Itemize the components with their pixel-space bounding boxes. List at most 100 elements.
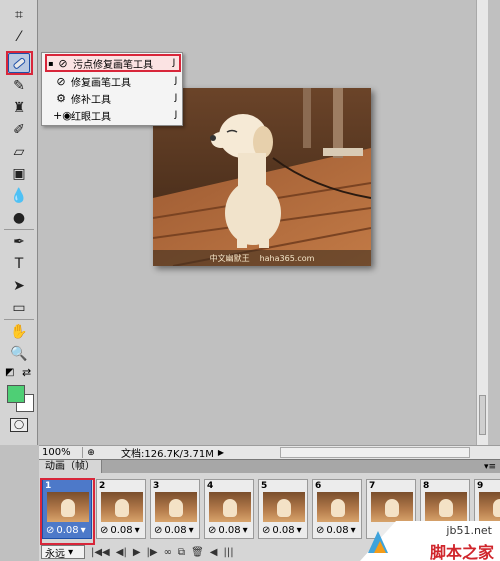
horizontal-scrollbar[interactable] [280,447,470,458]
first-frame-icon[interactable]: |◀◀ [91,547,110,558]
pen-icon[interactable]: ✒ [8,232,30,252]
zoom-options-icon[interactable]: ⊕ [83,448,99,458]
animation-frame[interactable]: 3 ⊘ 0.08 ▾ [150,479,200,539]
status-menu-arrow-icon[interactable]: ▶ [218,448,224,457]
toolbox-divider [4,229,34,230]
foreground-color-swatch[interactable] [7,385,25,403]
frame-thumbnail [371,492,413,522]
shortcut-key: J [174,110,178,120]
frame-thumbnail [425,492,467,522]
flyout-item-label: 红眼工具 [71,111,111,123]
panel-menu-icon[interactable]: ▾≡ [484,462,496,472]
dodge-icon[interactable]: ● [8,208,30,228]
zoom-icon[interactable]: 🔍 [8,344,30,364]
site-watermark: jb51.net 脚本之家 [360,521,500,561]
gradient-icon[interactable]: ▣ [8,164,30,184]
tool-highlight-box [6,51,33,75]
delay-clock-icon: ⊘ [262,525,271,536]
vertical-scrollbar[interactable] [476,0,488,445]
frame-number: 8 [423,481,430,491]
scroll-left-icon[interactable]: ◀ [210,547,218,558]
delay-clock-icon: ⊘ [154,525,163,536]
delay-value: 0.08 [218,525,241,536]
document-image[interactable]: 中文幽默王 haha365.com [153,88,371,266]
flyout-item-patch[interactable]: ⚙ 修补工具 J [45,90,181,106]
delay-dropdown-icon: ▾ [134,525,140,536]
blur-icon[interactable]: 💧 [8,186,30,206]
brush-icon[interactable]: ✎ [8,76,30,96]
delay-value: 0.08 [326,525,349,536]
tab-animation-frames[interactable]: 动画（帧） [39,460,102,473]
frame-number: 6 [315,481,322,491]
delay-clock-icon: ⊘ [316,525,325,536]
hand-icon[interactable]: ✋ [8,322,30,342]
toolbox-divider [4,319,34,320]
play-icon[interactable]: ▶ [133,547,141,558]
eyedropper-icon[interactable]: ⁄ [8,27,30,47]
swap-colors-icon[interactable]: ⇄ [22,366,31,379]
frame-delay[interactable]: ⊘ 0.08 ▾ [262,525,302,536]
rectangle-icon[interactable]: ▭ [8,298,30,318]
animation-frame[interactable]: 5 ⊘ 0.08 ▾ [258,479,308,539]
flyout-item-spot-healing-brush[interactable]: ▪ ⊘ 污点修复画笔工具 J [45,54,181,72]
delay-dropdown-icon: ▾ [242,525,248,536]
flyout-item-healing-brush[interactable]: ⊘ 修复画笔工具 J [45,73,181,89]
shortcut-key: J [172,58,176,68]
tween-icon[interactable]: ∞ [164,547,172,558]
frame-number: 4 [207,481,214,491]
selected-mark-icon: ▪ [48,58,54,68]
document-size-info: 文档:126.7K/3.71M [121,449,214,460]
frame-highlight-box [40,478,95,545]
frames-scroll-thumb[interactable]: ||| [223,547,233,558]
frame-delay[interactable]: ⊘ 0.08 ▾ [208,525,248,536]
delay-dropdown-icon: ▾ [350,525,356,536]
next-frame-icon[interactable]: |▶ [147,547,158,558]
prev-frame-icon[interactable]: ◀| [116,547,127,558]
clone-stamp-icon[interactable]: ♜ [8,98,30,118]
type-icon[interactable]: T [8,254,30,274]
delay-clock-icon: ⊘ [208,525,217,536]
history-brush-icon[interactable]: ✐ [8,120,30,140]
image-caption: 中文幽默王 haha365.com [153,250,371,266]
frame-delay[interactable]: ⊘ 0.08 ▾ [100,525,140,536]
loop-select[interactable]: 永远 ▾ [41,545,85,560]
default-colors-icon[interactable]: ◩ [5,368,15,378]
duplicate-frame-icon[interactable]: ⧉ [178,547,185,558]
puppy-photo [153,88,371,266]
frame-thumbnail [317,492,359,522]
shortcut-key: J [174,76,178,86]
healing-brush-icon: ⊘ [56,74,66,88]
path-selection-icon[interactable]: ➤ [8,276,30,296]
animation-frame[interactable]: 4 ⊘ 0.08 ▾ [204,479,254,539]
caption-left: 中文幽默王 [209,253,250,263]
delete-frame-icon[interactable]: 🗑 [191,547,204,558]
frame-delay[interactable]: ⊘ 0.08 ▾ [316,525,356,536]
loop-value: 永远 [45,548,65,560]
crop-icon[interactable]: ⌗ [8,5,30,25]
delay-dropdown-icon: ▾ [188,525,194,536]
flyout-item-label: 修复画笔工具 [71,77,131,89]
patch-icon: ⚙ [56,91,66,105]
quick-mask-icon[interactable]: ◯ [10,418,28,432]
animation-frame[interactable]: 6 ⊘ 0.08 ▾ [312,479,362,539]
frame-number: 5 [261,481,268,491]
delay-dropdown-icon: ▾ [296,525,302,536]
watermark-name: 脚本之家 [429,543,494,561]
scrollbar-thumb[interactable] [479,395,486,435]
frame-thumbnail [479,492,500,522]
delay-clock-icon: ⊘ [100,525,109,536]
delay-value: 0.08 [164,525,187,536]
frame-delay[interactable]: ⊘ 0.08 ▾ [154,525,194,536]
caption-right: haha365.com [259,253,315,263]
spot-healing-brush-icon: ⊘ [58,56,68,70]
frame-number: 3 [153,481,160,491]
animation-panel-header: 动画（帧） ▾≡ [39,459,500,473]
frame-thumbnail [263,492,305,522]
watermark-url: jb51.net [446,524,492,537]
delay-value: 0.08 [110,525,133,536]
site-logo-icon [368,531,388,553]
animation-frame[interactable]: 2 ⊘ 0.08 ▾ [96,479,146,539]
flyout-item-red-eye[interactable]: +◉ 红眼工具 J [45,107,181,123]
eraser-icon[interactable]: ▱ [8,142,30,162]
zoom-level[interactable]: 100% [39,447,83,458]
